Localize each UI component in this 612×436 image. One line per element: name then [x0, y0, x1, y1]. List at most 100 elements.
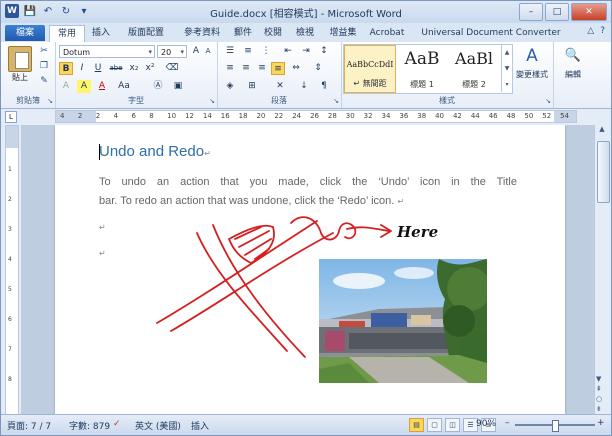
- document-heading[interactable]: Undo and Redo↵: [99, 143, 211, 160]
- previous-page-icon[interactable]: ⇞: [596, 385, 602, 393]
- tab-universal-document-converter[interactable]: Universal Document Converter: [411, 25, 571, 41]
- font-size-dropdown-icon[interactable]: ▾: [180, 46, 184, 59]
- paragraph-line-1[interactable]: To undo an action that you made, click t…: [99, 173, 517, 192]
- subscript-button[interactable]: x₂: [127, 62, 141, 75]
- hatch-fill: [234, 226, 272, 260]
- zoom-slider[interactable]: [515, 420, 595, 432]
- font-name-value: Dotum: [63, 48, 91, 57]
- font-color-button[interactable]: A: [95, 80, 109, 93]
- close-button[interactable]: ✕: [571, 3, 607, 21]
- document-page[interactable]: Undo and Redo↵ To undo an action that yo…: [55, 125, 565, 415]
- cut-icon[interactable]: ✂: [37, 46, 51, 58]
- ruler-number: 8: [149, 112, 154, 120]
- multilevel-list-icon[interactable]: ⋮: [259, 45, 273, 58]
- show-marks-icon[interactable]: ¶: [317, 80, 331, 93]
- minimize-button[interactable]: –: [519, 3, 543, 21]
- font-name-combobox[interactable]: Dotum ▾: [59, 45, 155, 58]
- tab-selector-icon[interactable]: L: [5, 111, 17, 123]
- clipboard-launcher-icon[interactable]: ↘: [47, 97, 53, 105]
- line-spacing-icon[interactable]: ⇕: [311, 62, 325, 75]
- bullets-icon[interactable]: ☰: [223, 45, 237, 58]
- print-layout-view-icon[interactable]: ▤: [409, 418, 424, 432]
- font-name-dropdown-icon[interactable]: ▾: [148, 46, 152, 59]
- tab-home[interactable]: 常用: [49, 25, 85, 42]
- scroll-down-icon[interactable]: ▼: [596, 375, 602, 383]
- strikethrough-button[interactable]: abe: [109, 62, 123, 75]
- decrease-indent-icon[interactable]: ⇤: [281, 45, 295, 58]
- sort-az-icon[interactable]: ↓: [297, 80, 311, 93]
- tab-file[interactable]: 檔案: [5, 25, 45, 41]
- paste-button[interactable]: 貼上: [7, 46, 33, 83]
- vruler-number: 1: [8, 166, 12, 173]
- ruler-number: 4: [60, 112, 65, 120]
- superscript-button[interactable]: x²: [143, 62, 157, 75]
- font-size-combobox[interactable]: 20 ▾: [157, 45, 187, 58]
- shrink-font-icon[interactable]: A: [201, 45, 215, 58]
- highlight-button[interactable]: A: [77, 80, 91, 93]
- paste-icon: [8, 46, 32, 72]
- change-case-button[interactable]: Aa: [117, 80, 131, 93]
- clipboard-group: 貼上 ✂ ❐ ✎ 剪貼簿 ↘: [1, 42, 56, 108]
- format-painter-icon[interactable]: ✎: [37, 76, 51, 88]
- full-screen-view-icon[interactable]: ▢: [427, 418, 442, 432]
- vertical-scrollbar[interactable]: ▲ ▼ ⇞ ○ ⇟: [594, 125, 611, 415]
- zoom-slider-knob[interactable]: [552, 420, 559, 432]
- zoom-in-button[interactable]: +: [597, 418, 605, 428]
- help-icon[interactable]: ?: [600, 26, 605, 36]
- character-border-icon[interactable]: ▣: [171, 80, 185, 93]
- paragraph-group-label: 段落: [271, 96, 287, 105]
- browse-object-icon[interactable]: ○: [596, 395, 602, 403]
- word-count[interactable]: 字數: 879: [69, 419, 110, 432]
- borders-icon[interactable]: ⊞: [245, 80, 259, 93]
- minimize-ribbon-icon[interactable]: △: [587, 26, 594, 36]
- zoom-level[interactable]: 90%: [476, 419, 496, 429]
- align-right-icon[interactable]: ≡: [255, 62, 269, 75]
- align-left-icon[interactable]: ≡: [223, 62, 237, 75]
- tab-review[interactable]: 校閱: [261, 25, 285, 41]
- arrow-head: [380, 224, 392, 238]
- paragraph-launcher-icon[interactable]: ↘: [333, 97, 339, 105]
- tab-mailings[interactable]: 郵件: [231, 25, 255, 41]
- numbering-icon[interactable]: ≡: [241, 45, 255, 58]
- ruler-bar[interactable]: 4 2 2 4 6 8 10 12 14 16 18 20 22 24 26 28 30 32 34 36 38 40 42…: [55, 110, 577, 123]
- tab-view[interactable]: 檢視: [293, 25, 317, 41]
- shading-icon[interactable]: ◈: [223, 80, 237, 93]
- building-photo[interactable]: [319, 259, 487, 383]
- sort-icon[interactable]: ↕: [317, 45, 331, 58]
- scroll-up-icon[interactable]: ▲: [595, 125, 609, 137]
- next-page-icon[interactable]: ⇟: [596, 405, 602, 413]
- tab-insert[interactable]: 插入: [87, 25, 115, 41]
- justify-icon[interactable]: ≡: [271, 62, 285, 75]
- scrollbar-thumb[interactable]: [597, 141, 610, 203]
- window-controls: – □ ✕: [519, 3, 607, 21]
- clear-formatting-icon[interactable]: ⌫: [165, 62, 179, 75]
- font-launcher-icon[interactable]: ↘: [209, 97, 215, 105]
- paragraph-line-2[interactable]: bar. To redo an action that was undone, …: [99, 192, 404, 211]
- tab-acrobat[interactable]: Acrobat: [367, 25, 407, 41]
- text-effects-button[interactable]: A: [59, 80, 73, 93]
- italic-button[interactable]: I: [75, 62, 89, 75]
- styles-launcher-icon[interactable]: ↘: [545, 97, 551, 105]
- ruler-number: 34: [381, 112, 391, 120]
- align-center-icon[interactable]: ≡: [239, 62, 253, 75]
- ruler-number: 14: [202, 112, 212, 120]
- change-styles-button[interactable]: A 變更樣式: [513, 45, 551, 80]
- tab-references[interactable]: 參考資料: [177, 25, 227, 41]
- tab-addins[interactable]: 增益集: [325, 25, 361, 41]
- web-layout-view-icon[interactable]: ◫: [445, 418, 460, 432]
- editing-button[interactable]: 🔍 編輯: [559, 45, 587, 80]
- copy-icon[interactable]: ❐: [37, 61, 51, 73]
- asian-layout-icon[interactable]: ✕: [273, 80, 287, 93]
- distributed-icon[interactable]: ⇔: [289, 62, 303, 75]
- bold-button[interactable]: B: [59, 62, 73, 75]
- increase-indent-icon[interactable]: ⇥: [299, 45, 313, 58]
- maximize-button[interactable]: □: [545, 3, 569, 21]
- proofing-icon[interactable]: ✓: [113, 419, 121, 429]
- underline-button[interactable]: U: [91, 62, 105, 75]
- insert-mode[interactable]: 插入: [191, 419, 209, 432]
- language-indicator[interactable]: 英文 (美國): [135, 419, 181, 432]
- tab-page-layout[interactable]: 版面配置: [121, 25, 171, 41]
- page-count[interactable]: 頁面: 7 / 7: [7, 419, 51, 432]
- zoom-out-button[interactable]: –: [505, 418, 510, 428]
- enclose-character-icon[interactable]: Ⓐ: [151, 80, 165, 93]
